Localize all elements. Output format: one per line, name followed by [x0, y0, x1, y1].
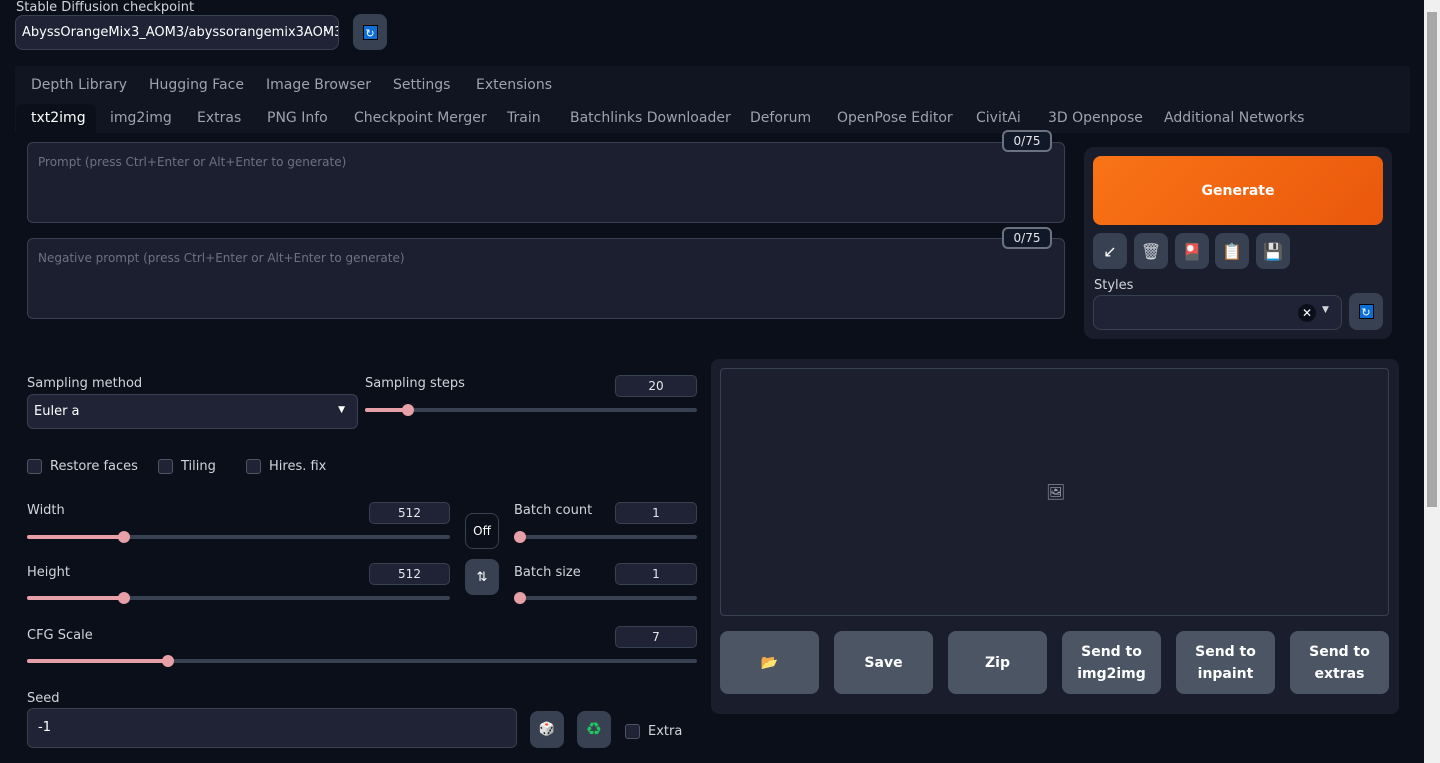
negative-prompt-placeholder: Negative prompt (press Ctrl+Enter or Alt… — [38, 251, 405, 265]
dice-icon: 🎲 — [538, 722, 556, 737]
hires-fix-label: Hires. fix — [269, 459, 327, 474]
tab-3d-openpose[interactable]: 3D Openpose — [1048, 110, 1143, 126]
sampling-steps-input[interactable]: 20 — [615, 375, 697, 397]
tab-openpose-editor[interactable]: OpenPose Editor — [837, 110, 953, 126]
tab-depth-library[interactable]: Depth Library — [31, 77, 127, 93]
output-gallery: 🖼 — [720, 368, 1389, 616]
checkpoint-value: AbyssOrangeMix3_AOM3/abyssorangemix3AOM3… — [22, 25, 339, 40]
refresh-icon: ↻ — [1358, 304, 1374, 319]
styles-label: Styles — [1094, 278, 1134, 293]
negative-prompt-token-counter: 0/75 — [1002, 227, 1052, 249]
dropdown-icon: · — [323, 24, 328, 39]
card-icon: 🎴 — [1182, 241, 1202, 261]
slider-fill — [27, 659, 168, 663]
slider-thumb[interactable] — [514, 592, 526, 604]
sampling-method-value: Euler a — [34, 404, 80, 419]
extra-seed-label: Extra — [648, 724, 683, 739]
tab-extensions[interactable]: Extensions — [476, 77, 552, 93]
prompt-token-counter: 0/75 — [1002, 130, 1052, 152]
tab-checkpoint-merger[interactable]: Checkpoint Merger — [354, 110, 487, 126]
refresh-icon: ↻ — [362, 24, 378, 40]
send-to-extras-button[interactable]: Send to extras — [1290, 631, 1389, 694]
height-label: Height — [27, 565, 70, 580]
generate-button[interactable]: Generate — [1093, 156, 1383, 225]
recycle-icon: ♻ — [585, 719, 603, 740]
tiling-checkbox[interactable] — [158, 459, 173, 474]
extra-seed-checkbox[interactable] — [625, 724, 640, 739]
restore-faces-label: Restore faces — [50, 459, 138, 474]
chevron-down-icon: ▼ — [1322, 305, 1329, 315]
width-input[interactable]: 512 — [369, 502, 450, 524]
tiling-label: Tiling — [181, 459, 216, 474]
save-style-button[interactable]: 💾 — [1256, 233, 1290, 269]
tab-train[interactable]: Train — [507, 110, 541, 126]
tab-hugging-face[interactable]: Hugging Face — [149, 77, 244, 93]
swap-dimensions-button[interactable]: ⇅ — [465, 559, 499, 595]
cfg-scale-input[interactable]: 7 — [615, 626, 697, 648]
tab-txt2img[interactable]: txt2img — [31, 110, 86, 126]
show-extra-networks-button[interactable]: 🎴 — [1175, 233, 1209, 269]
styles-dropdown[interactable]: ✕ ▼ — [1093, 295, 1342, 330]
read-params-button[interactable]: ↙ — [1093, 233, 1127, 269]
tab-settings[interactable]: Settings — [393, 77, 450, 93]
refresh-checkpoint-button[interactable]: ↻ — [353, 14, 387, 50]
apply-style-button[interactable]: 📋 — [1215, 233, 1249, 269]
batch-size-label: Batch size — [514, 565, 581, 580]
slider-thumb[interactable] — [514, 531, 526, 543]
hires-fix-checkbox[interactable] — [246, 459, 261, 474]
trash-icon: 🗑 — [1140, 241, 1162, 261]
batch-size-input[interactable]: 1 — [615, 563, 697, 585]
height-input[interactable]: 512 — [369, 563, 450, 585]
clear-prompt-button[interactable]: 🗑 — [1134, 233, 1168, 269]
scrollbar[interactable] — [1424, 0, 1440, 763]
slider-fill — [27, 535, 125, 539]
open-folder-button[interactable]: 📂 — [720, 631, 819, 694]
seed-label: Seed — [27, 691, 60, 706]
reuse-seed-button[interactable]: ♻ — [577, 711, 611, 748]
swap-icon: ⇅ — [476, 569, 488, 585]
width-slider[interactable] — [27, 531, 450, 543]
height-slider[interactable] — [27, 592, 450, 604]
floppy-disk-icon: 💾 — [1263, 241, 1283, 261]
chevron-down-icon: ▼ — [338, 405, 345, 415]
tab-civitai[interactable]: CivitAi — [976, 110, 1021, 126]
save-button[interactable]: Save — [834, 631, 933, 694]
aspect-lock-toggle[interactable]: Off — [465, 513, 499, 549]
cfg-scale-slider[interactable] — [27, 655, 697, 667]
batch-count-slider[interactable] — [514, 531, 697, 543]
tab-additional-networks[interactable]: Additional Networks — [1164, 110, 1304, 126]
send-to-img2img-button[interactable]: Send to img2img — [1062, 631, 1161, 694]
batch-count-input[interactable]: 1 — [615, 502, 697, 524]
batch-size-slider[interactable] — [514, 592, 697, 604]
checkpoint-label: Stable Diffusion checkpoint — [16, 0, 195, 15]
cfg-scale-label: CFG Scale — [27, 628, 93, 643]
tab-deforum[interactable]: Deforum — [750, 110, 811, 126]
sampling-method-label: Sampling method — [27, 376, 143, 391]
refresh-styles-button[interactable]: ↻ — [1349, 293, 1383, 330]
clipboard-icon: 📋 — [1222, 241, 1242, 261]
clear-icon[interactable]: ✕ — [1298, 304, 1316, 322]
tab-extras[interactable]: Extras — [197, 110, 241, 126]
tab-image-browser[interactable]: Image Browser — [266, 77, 371, 93]
random-seed-button[interactable]: 🎲 — [530, 711, 564, 748]
arrow-down-left-icon: ↙ — [1103, 241, 1117, 261]
batch-count-label: Batch count — [514, 503, 593, 518]
sampling-steps-slider[interactable] — [365, 404, 697, 416]
tab-img2img[interactable]: img2img — [110, 110, 172, 126]
tab-batchlinks-downloader[interactable]: Batchlinks Downloader — [570, 110, 731, 126]
sampling-method-dropdown[interactable]: Euler a ▼ — [27, 394, 358, 429]
tab-png-info[interactable]: PNG Info — [267, 110, 328, 126]
sampling-steps-label: Sampling steps — [365, 376, 465, 391]
checkpoint-dropdown[interactable]: AbyssOrangeMix3_AOM3/abyssorangemix3AOM3… — [15, 15, 339, 50]
seed-input[interactable]: -1 — [27, 708, 517, 748]
send-to-inpaint-button[interactable]: Send to inpaint — [1176, 631, 1275, 694]
slider-thumb[interactable] — [161, 655, 174, 667]
image-placeholder-icon: 🖼 — [1046, 483, 1066, 501]
restore-faces-checkbox[interactable] — [27, 459, 42, 474]
slider-fill — [27, 596, 125, 600]
zip-button[interactable]: Zip — [948, 631, 1047, 694]
width-label: Width — [27, 503, 65, 518]
prompt-placeholder: Prompt (press Ctrl+Enter or Alt+Enter to… — [38, 155, 347, 169]
folder-icon: 📂 — [760, 654, 779, 671]
